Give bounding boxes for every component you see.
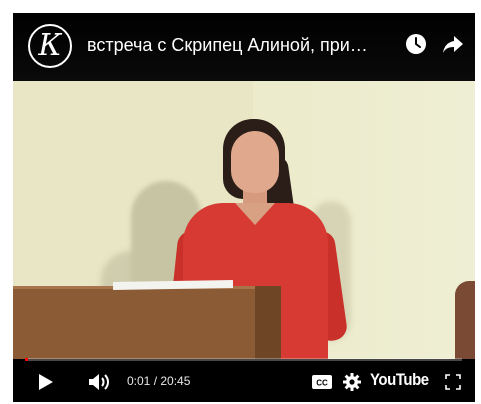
gear-icon [343, 373, 361, 391]
progress-bar[interactable] [25, 358, 462, 361]
video-frame[interactable] [13, 81, 475, 359]
control-bar: 0:01 / 20:45 CC YouTube [13, 358, 475, 402]
share-icon[interactable] [442, 33, 464, 55]
settings-button[interactable] [341, 371, 363, 393]
title-bar: К встреча с Скрипец Алиной, при… [13, 13, 475, 81]
fullscreen-button[interactable] [443, 371, 463, 393]
podium [13, 286, 281, 359]
clock-icon[interactable] [405, 33, 427, 55]
time-display: 0:01 / 20:45 [127, 374, 191, 388]
audience-member [455, 281, 475, 359]
volume-icon [89, 374, 109, 390]
youtube-logo[interactable]: YouTube [370, 370, 429, 390]
play-button[interactable] [35, 371, 57, 393]
progress-played [25, 358, 28, 361]
video-title[interactable]: встреча с Скрипец Алиной, при… [87, 35, 397, 56]
video-player[interactable]: К встреча с Скрипец Алиной, при… 0:01 / … [13, 13, 475, 402]
volume-button[interactable] [85, 371, 115, 393]
channel-logo[interactable]: К [28, 24, 72, 68]
fullscreen-icon [445, 374, 461, 390]
svg-text:CC: CC [316, 379, 328, 388]
podium-side [255, 286, 281, 359]
captions-button[interactable]: CC [311, 371, 333, 393]
cc-icon: CC [312, 375, 332, 389]
play-icon [39, 374, 53, 390]
